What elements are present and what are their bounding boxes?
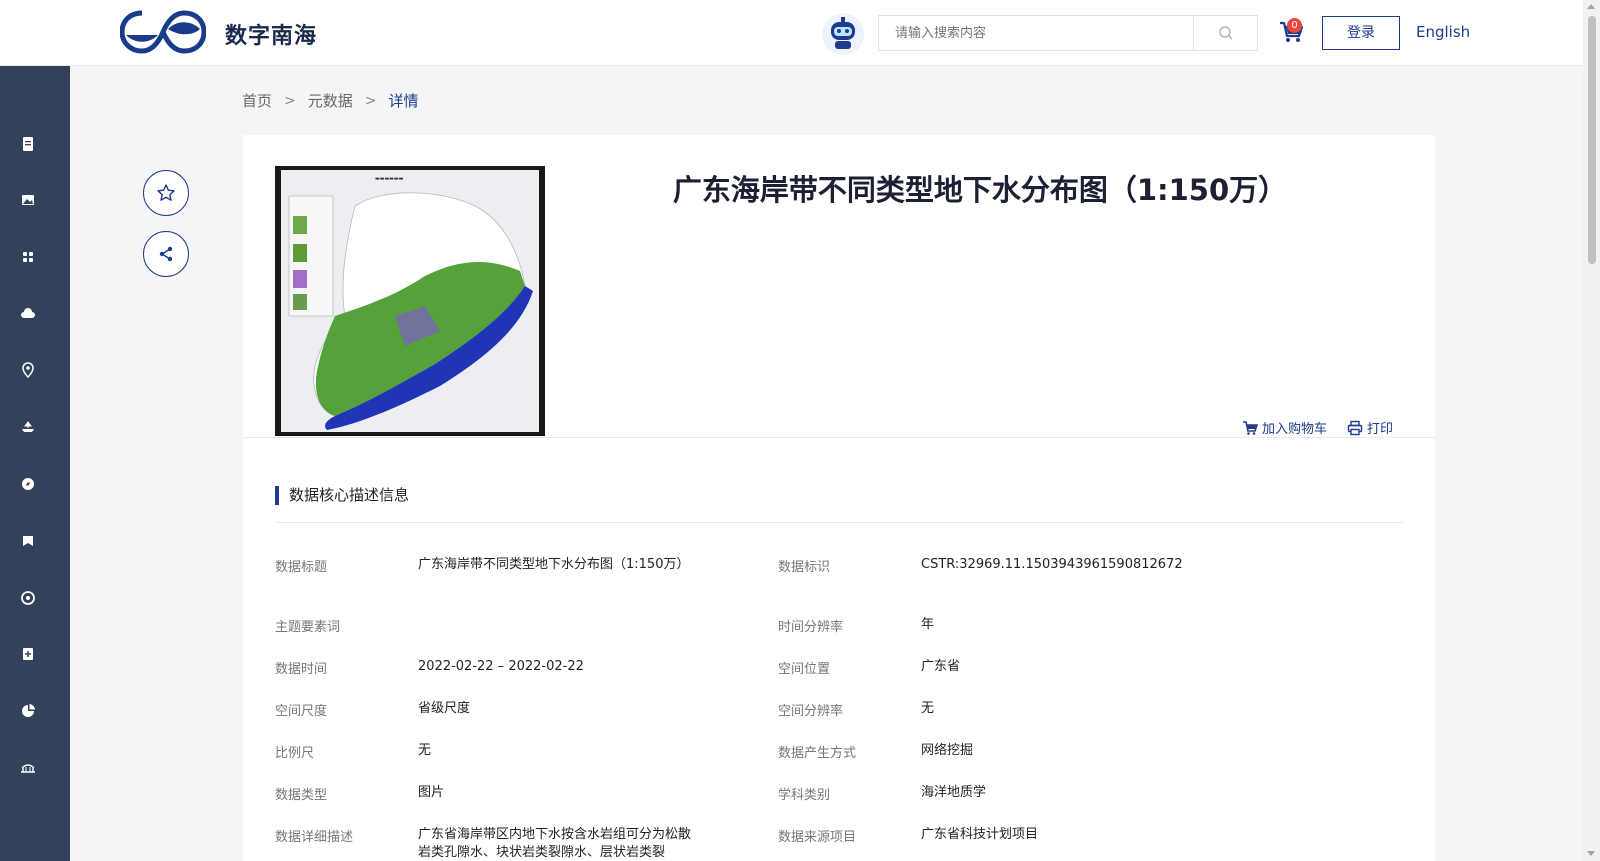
scroll-up-arrow-icon[interactable] (1587, 4, 1595, 9)
field-label: 数据标题 (275, 560, 328, 575)
field-label: 时间分辨率 (778, 620, 844, 635)
printer-icon (1347, 420, 1363, 435)
add-to-cart-button[interactable]: 加入购物车 (1242, 418, 1327, 437)
print-button[interactable]: 打印 (1347, 418, 1393, 437)
field-value: 2022-02-22 – 2022-02-22 (418, 659, 584, 674)
breadcrumb-metadata-link[interactable]: 元数据 (308, 90, 353, 111)
search-box (878, 15, 1258, 51)
star-icon (157, 184, 175, 201)
map-thumbnail-graphic: ▬▬▬▬▬▬ (275, 166, 545, 436)
field-value: 广东省 (921, 659, 961, 674)
field-label: 数据类型 (275, 788, 328, 803)
field-value: 广东省科技计划项目 (921, 827, 1039, 842)
favorite-button[interactable] (143, 170, 189, 216)
image-icon[interactable] (20, 192, 36, 208)
target-icon[interactable] (20, 590, 36, 606)
search-icon (1219, 26, 1233, 40)
field-value: 网络挖掘 (921, 743, 974, 758)
add-to-cart-label: 加入购物车 (1262, 422, 1328, 437)
field-label: 数据时间 (275, 662, 328, 677)
field-label: 学科类别 (778, 788, 831, 803)
field-label: 空间位置 (778, 662, 831, 677)
field-value: 海洋地质学 (921, 785, 987, 800)
field-label: 数据来源项目 (778, 830, 857, 845)
section-title: 数据核心描述信息 (275, 486, 409, 505)
svg-text:▬▬▬▬▬▬: ▬▬▬▬▬▬ (375, 176, 404, 182)
field-value: 广东海岸带不同类型地下水分布图（1:150万） (418, 557, 690, 572)
breadcrumb-current: 详情 (388, 92, 419, 110)
field-label: 数据产生方式 (778, 746, 857, 761)
assistant-robot-icon[interactable] (822, 13, 864, 55)
share-button[interactable] (143, 231, 189, 277)
share-icon (159, 246, 173, 262)
language-switch-link[interactable]: English (1416, 23, 1470, 41)
dataset-title: 广东海岸带不同类型地下水分布图（1:150万） (672, 173, 1288, 207)
ship-icon[interactable] (20, 419, 36, 435)
field-value: 无 (418, 743, 432, 758)
search-input[interactable] (879, 16, 1193, 50)
login-button[interactable]: 登录 (1322, 16, 1400, 50)
field-value: 年 (921, 617, 935, 632)
dataset-actions: 加入购物车 打印 (1242, 418, 1393, 437)
chevron-right-icon: > (284, 92, 296, 109)
top-header: 数字南海 0 登录 English (0, 0, 1583, 66)
scrollbar-thumb[interactable] (1588, 16, 1596, 264)
scroll-down-arrow-icon[interactable] (1587, 851, 1595, 856)
left-sidebar (0, 66, 70, 861)
field-value: 无 (921, 701, 935, 716)
grid-icon[interactable] (20, 249, 36, 265)
field-label: 数据标识 (778, 560, 831, 575)
field-label: 数据详细描述 (275, 830, 354, 845)
field-value: 省级尺度 (418, 701, 471, 716)
bridge-icon[interactable] (20, 760, 36, 776)
cloud-icon[interactable] (20, 306, 36, 322)
breadcrumb: 首页 > 元数据 > 详情 (242, 90, 419, 111)
brand-name[interactable]: 数字南海 (225, 18, 317, 50)
pie-chart-icon[interactable] (20, 703, 36, 719)
add-document-icon[interactable] (20, 646, 36, 662)
dataset-thumbnail-image[interactable]: ▬▬▬▬▬▬ (275, 166, 545, 436)
search-button[interactable] (1193, 16, 1257, 50)
field-label: 比例尺 (275, 746, 315, 761)
print-label: 打印 (1367, 422, 1394, 437)
compass-icon[interactable] (20, 476, 36, 492)
document-icon[interactable] (20, 136, 36, 152)
chevron-right-icon: > (364, 92, 377, 109)
cart-icon (1243, 420, 1258, 435)
divider (243, 437, 1435, 438)
field-value: 广东省海岸带区内地下水按含水岩组可分为松散岩类孔隙水、块状岩类裂隙水、层状岩类裂 (418, 827, 692, 860)
section-divider (275, 522, 1403, 523)
breadcrumb-home-link[interactable]: 首页 (242, 90, 272, 111)
field-label: 空间尺度 (275, 704, 328, 719)
field-value: CSTR:32969.11.1503943961590812672 (921, 557, 1183, 572)
logo-icon[interactable] (120, 9, 206, 55)
cart-count-badge: 0 (1287, 18, 1302, 33)
location-pin-icon[interactable] (20, 362, 36, 378)
field-value: 图片 (418, 785, 445, 800)
field-label: 空间分辨率 (778, 704, 844, 719)
field-label: 主题要素词 (275, 620, 341, 635)
bookmark-icon[interactable] (20, 533, 36, 549)
